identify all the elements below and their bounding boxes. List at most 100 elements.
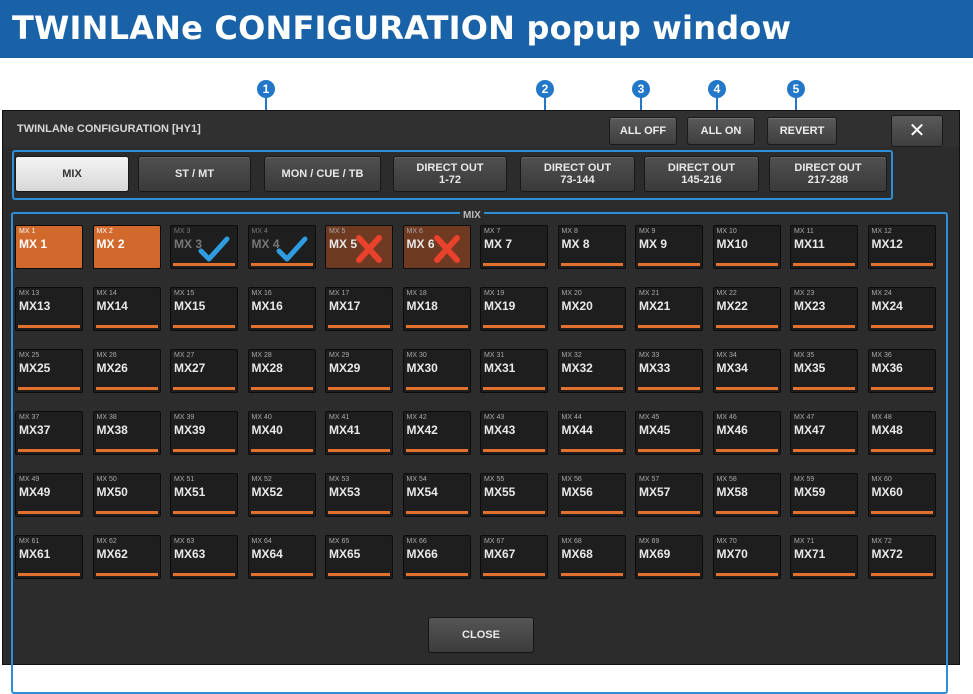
mix-cell-42[interactable]: MX 42 MX42 xyxy=(402,411,471,455)
mix-cell-60[interactable]: MX 60 MX60 xyxy=(867,473,936,517)
mix-cell-44[interactable]: MX 44 MX44 xyxy=(557,411,626,455)
mix-cell-16[interactable]: MX 16 MX16 xyxy=(247,287,316,331)
mix-cell-34[interactable]: MX 34 MX34 xyxy=(712,349,781,393)
close-icon[interactable]: ✕ xyxy=(891,115,943,147)
mix-cell-54[interactable]: MX 54 MX54 xyxy=(402,473,471,517)
mix-cell-11[interactable]: MX 11 MX11 xyxy=(790,225,858,269)
mix-cell-63[interactable]: MX 63 MX63 xyxy=(170,535,238,579)
mix-cell-57[interactable]: MX 57 MX57 xyxy=(635,473,703,517)
cell-small-label: MX 41 xyxy=(329,414,350,421)
mix-cell-35[interactable]: MX 35 MX35 xyxy=(790,349,858,393)
mix-cell-70[interactable]: MX 70 MX70 xyxy=(712,535,781,579)
cell-small-label: MX 26 xyxy=(96,352,117,359)
mix-cell-64[interactable]: MX 64 MX64 xyxy=(247,535,316,579)
mix-cell-4[interactable]: MX 4 MX 4 xyxy=(247,225,316,269)
mix-cell-3[interactable]: MX 3 MX 3 xyxy=(170,225,238,269)
mix-cell-2[interactable]: MX 2 MX 2 xyxy=(92,225,161,269)
mix-cell-69[interactable]: MX 69 MX69 xyxy=(635,535,703,579)
mix-cell-68[interactable]: MX 68 MX68 xyxy=(557,535,626,579)
mix-cell-9[interactable]: MX 9 MX 9 xyxy=(635,225,703,269)
cell-name-label: MX54 xyxy=(406,485,438,499)
mix-cell-17[interactable]: MX 17 MX17 xyxy=(325,287,393,331)
mix-cell-65[interactable]: MX 65 MX65 xyxy=(325,535,393,579)
cell-name-label: MX41 xyxy=(329,423,361,437)
mix-cell-32[interactable]: MX 32 MX32 xyxy=(557,349,626,393)
mix-cell-36[interactable]: MX 36 MX36 xyxy=(867,349,936,393)
tab-1[interactable]: MIX xyxy=(15,156,129,192)
mix-cell-45[interactable]: MX 45 MX45 xyxy=(635,411,703,455)
cell-name-label: MX50 xyxy=(96,485,128,499)
tab-6[interactable]: DIRECT OUT 145-216 xyxy=(644,156,759,192)
mix-cell-27[interactable]: MX 27 MX27 xyxy=(170,349,238,393)
mix-cell-15[interactable]: MX 15 MX15 xyxy=(170,287,238,331)
mix-cell-18[interactable]: MX 18 MX18 xyxy=(402,287,471,331)
mix-cell-41[interactable]: MX 41 MX41 xyxy=(325,411,393,455)
mix-cell-37[interactable]: MX 37 MX37 xyxy=(15,411,83,455)
tab-4[interactable]: DIRECT OUT 1-72 xyxy=(393,156,507,192)
mix-cell-24[interactable]: MX 24 MX24 xyxy=(867,287,936,331)
mix-cell-25[interactable]: MX 25 MX25 xyxy=(15,349,83,393)
cell-small-label: MX 52 xyxy=(251,476,272,483)
mix-cell-56[interactable]: MX 56 MX56 xyxy=(557,473,626,517)
mix-cell-46[interactable]: MX 46 MX46 xyxy=(712,411,781,455)
mix-cell-66[interactable]: MX 66 MX66 xyxy=(402,535,471,579)
mix-cell-72[interactable]: MX 72 MX72 xyxy=(867,535,936,579)
mix-cell-20[interactable]: MX 20 MX20 xyxy=(557,287,626,331)
mix-cell-26[interactable]: MX 26 MX26 xyxy=(92,349,161,393)
cell-small-label: MX 68 xyxy=(561,538,582,545)
mix-cell-53[interactable]: MX 53 MX53 xyxy=(325,473,393,517)
mix-cell-10[interactable]: MX 10 MX10 xyxy=(712,225,781,269)
tab-3[interactable]: MON / CUE / TB xyxy=(264,156,381,192)
cell-small-label: MX 28 xyxy=(251,352,272,359)
mix-cell-5[interactable]: MX 5 MX 5 xyxy=(325,225,393,269)
cell-small-label: MX 25 xyxy=(19,352,40,359)
mix-cell-38[interactable]: MX 38 MX38 xyxy=(92,411,161,455)
mix-cell-48[interactable]: MX 48 MX48 xyxy=(867,411,936,455)
mix-cell-71[interactable]: MX 71 MX71 xyxy=(790,535,858,579)
all-off-button[interactable]: ALL OFF xyxy=(609,117,677,145)
mix-cell-19[interactable]: MX 19 MX19 xyxy=(480,287,548,331)
mix-cell-40[interactable]: MX 40 MX40 xyxy=(247,411,316,455)
mix-cell-29[interactable]: MX 29 MX29 xyxy=(325,349,393,393)
grid-label: MIX xyxy=(460,210,484,221)
mix-cell-7[interactable]: MX 7 MX 7 xyxy=(480,225,548,269)
mix-cell-33[interactable]: MX 33 MX33 xyxy=(635,349,703,393)
close-button[interactable]: CLOSE xyxy=(428,617,534,653)
mix-cell-51[interactable]: MX 51 MX51 xyxy=(170,473,238,517)
mix-cell-52[interactable]: MX 52 MX52 xyxy=(247,473,316,517)
cell-small-label: MX 62 xyxy=(96,538,117,545)
mix-cell-22[interactable]: MX 22 MX22 xyxy=(712,287,781,331)
tab-7[interactable]: DIRECT OUT 217-288 xyxy=(769,156,887,192)
mix-cell-61[interactable]: MX 61 MX61 xyxy=(15,535,83,579)
mix-cell-6[interactable]: MX 6 MX 6 xyxy=(402,225,471,269)
mix-cell-49[interactable]: MX 49 MX49 xyxy=(15,473,83,517)
revert-button[interactable]: REVERT xyxy=(767,117,837,145)
mix-cell-31[interactable]: MX 31 MX31 xyxy=(480,349,548,393)
mix-cell-47[interactable]: MX 47 MX47 xyxy=(790,411,858,455)
cell-small-label: MX 61 xyxy=(19,538,40,545)
all-on-button[interactable]: ALL ON xyxy=(687,117,755,145)
mix-cell-21[interactable]: MX 21 MX21 xyxy=(635,287,703,331)
mix-cell-59[interactable]: MX 59 MX59 xyxy=(790,473,858,517)
mix-cell-58[interactable]: MX 58 MX58 xyxy=(712,473,781,517)
tab-5[interactable]: DIRECT OUT 73-144 xyxy=(520,156,635,192)
mix-cell-1[interactable]: MX 1 MX 1 xyxy=(15,225,83,269)
mix-cell-43[interactable]: MX 43 MX43 xyxy=(480,411,548,455)
mix-cell-30[interactable]: MX 30 MX30 xyxy=(402,349,471,393)
mix-cell-39[interactable]: MX 39 MX39 xyxy=(170,411,238,455)
mix-cell-50[interactable]: MX 50 MX50 xyxy=(92,473,161,517)
tab-2[interactable]: ST / MT xyxy=(138,156,251,192)
mix-cell-14[interactable]: MX 14 MX14 xyxy=(92,287,161,331)
mix-cell-67[interactable]: MX 67 MX67 xyxy=(480,535,548,579)
mix-cell-8[interactable]: MX 8 MX 8 xyxy=(557,225,626,269)
cell-name-label: MX59 xyxy=(794,485,826,499)
mix-cell-13[interactable]: MX 13 MX13 xyxy=(15,287,83,331)
mix-cell-12[interactable]: MX 12 MX12 xyxy=(867,225,936,269)
mix-cell-28[interactable]: MX 28 MX28 xyxy=(247,349,316,393)
cell-small-label: MX 67 xyxy=(484,538,505,545)
cell-name-label: MX 8 xyxy=(561,237,590,251)
mix-cell-62[interactable]: MX 62 MX62 xyxy=(92,535,161,579)
mix-cell-23[interactable]: MX 23 MX23 xyxy=(790,287,858,331)
mix-cell-55[interactable]: MX 55 MX55 xyxy=(480,473,548,517)
cell-name-label: MX11 xyxy=(794,237,825,251)
